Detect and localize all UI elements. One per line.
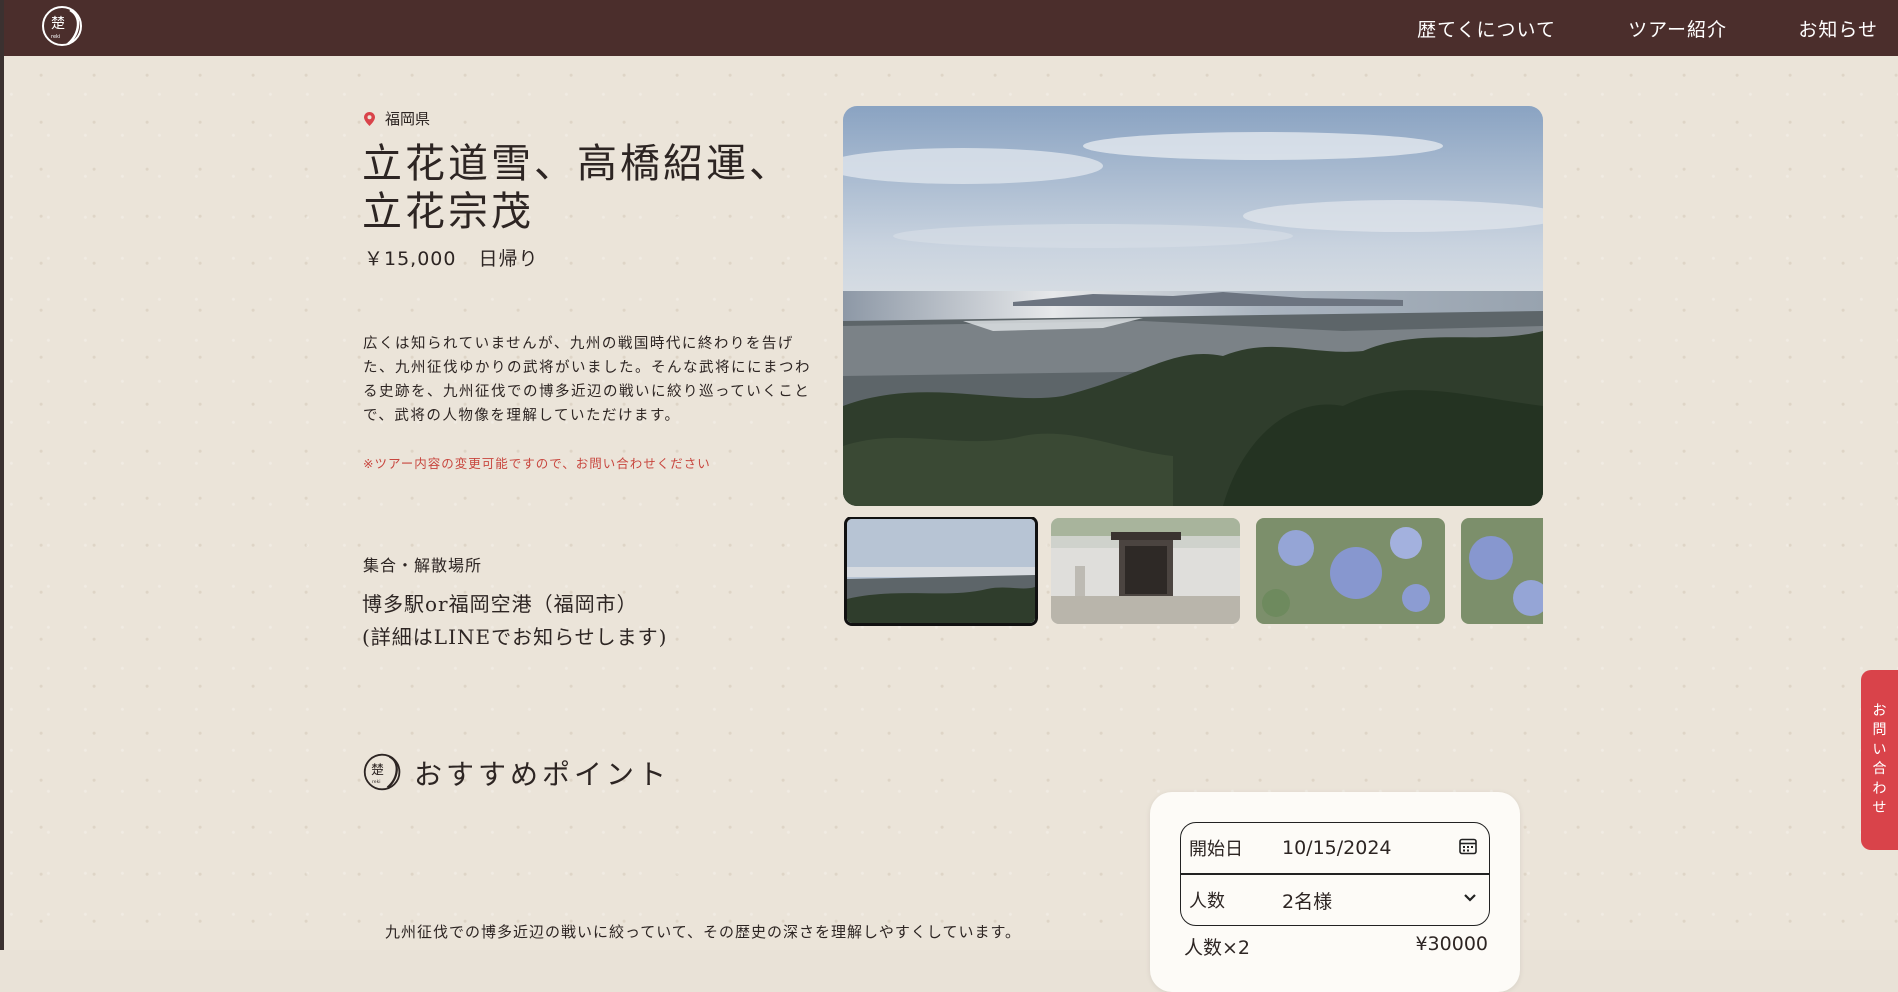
tour-price-line: ￥15,000 日帰り xyxy=(364,244,539,271)
start-date-value[interactable]: 10/15/2024 xyxy=(1282,837,1392,859)
recommend-logo-icon: 楚 reki xyxy=(362,751,404,793)
summary-value: ¥30000 xyxy=(1415,933,1488,955)
svg-text:reki: reki xyxy=(372,779,380,785)
contact-tab-button[interactable]: お問い合わせ xyxy=(1861,670,1898,850)
tour-note: ※ツアー内容の変更可能ですので、お問い合わせください xyxy=(363,456,711,471)
nav-news[interactable]: お知らせ xyxy=(1798,15,1878,42)
tour-title: 立花道雪、高橋紹運、立花宗茂 xyxy=(362,141,792,235)
tour-description: 広くは知られていませんが、九州の戦国時代に終わりを告げた、九州征伐ゆかりの武将が… xyxy=(363,336,811,424)
people-select[interactable]: 人数 2名様 xyxy=(1180,874,1490,926)
main-photo xyxy=(843,106,1543,506)
recommend-text: 九州征伐での博多近辺の戦いに絞っていて、その歴史の深さを理解しやすくしています。 xyxy=(385,923,1021,941)
tour-duration: 日帰り xyxy=(478,248,539,270)
nav-about[interactable]: 歴てくについて xyxy=(1417,15,1556,42)
nav-tours[interactable]: ツアー紹介 xyxy=(1628,15,1727,42)
photo-thumbnails xyxy=(843,517,1543,627)
site-logo[interactable]: 楚 reki xyxy=(40,4,86,50)
thumbnail-2[interactable] xyxy=(1051,518,1240,624)
start-date-label: 開始日 xyxy=(1189,839,1243,860)
booking-card: 開始日 10/15/2024 人数 2名様 人数×2 ¥30000 xyxy=(1150,792,1520,992)
thumbnail-1[interactable] xyxy=(844,517,1038,626)
calendar-icon[interactable] xyxy=(1459,837,1477,860)
tour-location: 福岡県 xyxy=(364,108,430,129)
location-text: 福岡県 xyxy=(385,110,431,128)
recommend-title: おすすめポイント xyxy=(414,758,671,791)
map-pin-icon xyxy=(364,111,375,126)
meeting-value: 博多駅or福岡空港（福岡市） (詳細はLINEでお知らせします) xyxy=(362,592,668,649)
svg-text:reki: reki xyxy=(51,34,60,40)
meeting-label: 集合・解散場所 xyxy=(363,556,483,575)
svg-text:楚: 楚 xyxy=(371,763,384,778)
people-value[interactable]: 2名様 xyxy=(1282,887,1332,914)
chevron-down-icon[interactable] xyxy=(1463,889,1477,912)
contact-tab-label: お問い合わせ xyxy=(1872,702,1887,817)
thumbnail-3[interactable] xyxy=(1256,518,1445,624)
svg-text:楚: 楚 xyxy=(51,16,65,32)
start-date-field[interactable]: 開始日 10/15/2024 xyxy=(1180,822,1490,874)
price-summary-row: 人数×2 ¥30000 xyxy=(1184,933,1488,960)
thumbnail-4[interactable] xyxy=(1461,518,1543,624)
site-header: 楚 reki 歴てくについて ツアー紹介 お知らせ xyxy=(4,0,1898,56)
people-label: 人数 xyxy=(1189,891,1225,912)
summary-label: 人数×2 xyxy=(1184,937,1251,959)
tour-price: ￥15,000 xyxy=(364,248,457,270)
